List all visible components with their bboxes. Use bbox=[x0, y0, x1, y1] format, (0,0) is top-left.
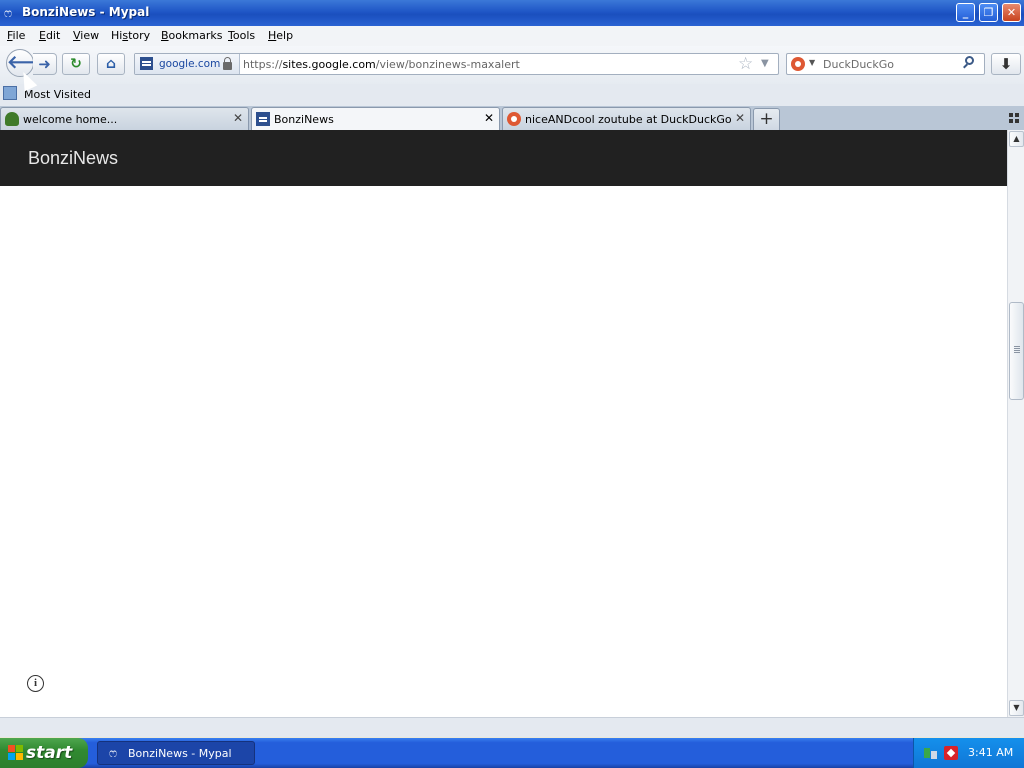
menu-tools[interactable]: Tools bbox=[228, 29, 255, 42]
menu-bar: File Edit View History Bookmarks Tools H… bbox=[0, 26, 1024, 46]
lock-icon bbox=[223, 57, 232, 70]
tab-strip: welcome home... ✕ BonziNews ✕ niceANDcoo… bbox=[0, 106, 1024, 131]
downloads-button[interactable]: ⬇ bbox=[991, 53, 1021, 75]
bookmarks-toolbar: Most Visited bbox=[0, 84, 1024, 106]
site-identity-label: google.com bbox=[159, 58, 221, 70]
menu-history[interactable]: History bbox=[111, 29, 150, 42]
menu-help[interactable]: Help bbox=[268, 29, 293, 42]
menu-file[interactable]: File bbox=[7, 29, 25, 42]
status-bar bbox=[0, 717, 1024, 737]
close-button[interactable]: ✕ bbox=[1002, 3, 1021, 22]
site-header: BonziNews bbox=[0, 130, 1007, 186]
google-sites-icon bbox=[140, 57, 153, 70]
duckduckgo-engine-icon[interactable] bbox=[791, 57, 805, 71]
taskbar: start ෆ BonziNews - Mypal 3:41 AM bbox=[0, 738, 1024, 768]
navigation-toolbar: 🡐 ➜ ↻ ⌂ google.com https://sites.google.… bbox=[0, 46, 1024, 84]
security-alert-icon[interactable] bbox=[944, 746, 958, 760]
site-identity-button[interactable]: google.com bbox=[135, 54, 240, 74]
info-icon[interactable]: i bbox=[27, 675, 44, 692]
maximize-button[interactable]: ❐ bbox=[979, 3, 998, 22]
windows-logo-icon bbox=[8, 745, 24, 761]
search-icon[interactable] bbox=[965, 56, 974, 65]
minimize-button[interactable]: _ bbox=[956, 3, 975, 22]
tab-close-icon[interactable]: ✕ bbox=[735, 111, 745, 125]
clock[interactable]: 3:41 AM bbox=[968, 746, 1013, 759]
bookmark-folder-icon bbox=[3, 86, 17, 100]
system-tray: 3:41 AM bbox=[913, 738, 1024, 768]
site-title[interactable]: BonziNews bbox=[28, 148, 118, 169]
bookmark-star-icon[interactable]: ☆ bbox=[738, 54, 753, 74]
tab-bonzinews[interactable]: BonziNews ✕ bbox=[251, 107, 500, 131]
window-titlebar[interactable]: ෆ BonziNews - Mypal _ ❐ ✕ bbox=[0, 0, 1024, 26]
scroll-thumb[interactable] bbox=[1009, 301, 1024, 400]
url-text[interactable]: https://sites.google.com/view/bonzinews-… bbox=[243, 58, 520, 71]
tab-close-icon[interactable]: ✕ bbox=[233, 111, 243, 125]
google-sites-icon bbox=[256, 112, 270, 126]
duckduckgo-icon bbox=[507, 112, 521, 126]
mypal-app-icon: ෆ bbox=[109, 746, 118, 760]
vertical-scrollbar[interactable]: ▲ ▼ bbox=[1007, 130, 1024, 717]
tab-duckduckgo[interactable]: niceANDcool zoutube at DuckDuckGo ✕ bbox=[502, 107, 751, 130]
search-input[interactable]: DuckDuckGo bbox=[823, 58, 894, 71]
mypal-app-icon: ෆ bbox=[4, 6, 13, 20]
taskbar-item-mypal[interactable]: ෆ BonziNews - Mypal bbox=[97, 741, 255, 765]
tab-welcome-home[interactable]: welcome home... ✕ bbox=[0, 107, 249, 130]
network-icon[interactable] bbox=[924, 746, 938, 760]
tab-title: niceANDcool zoutube at DuckDuckGo bbox=[525, 113, 732, 126]
home-button[interactable]: ⌂ bbox=[97, 53, 125, 75]
grip-icon bbox=[1014, 345, 1020, 347]
start-button[interactable]: start bbox=[0, 738, 88, 768]
tab-title: welcome home... bbox=[23, 113, 118, 126]
reload-button[interactable]: ↻ bbox=[62, 53, 90, 75]
menu-bookmarks[interactable]: Bookmarks bbox=[161, 29, 222, 42]
page-content: BonziNews i bbox=[0, 130, 1007, 717]
engine-dropdown-icon[interactable]: ▼ bbox=[809, 58, 815, 67]
tab-close-icon[interactable]: ✕ bbox=[484, 111, 494, 125]
menu-view[interactable]: View bbox=[73, 29, 99, 42]
new-tab-button[interactable]: + bbox=[753, 108, 780, 130]
url-bar[interactable]: google.com https://sites.google.com/view… bbox=[134, 53, 779, 75]
tab-title: BonziNews bbox=[274, 113, 334, 126]
tree-icon bbox=[5, 112, 19, 126]
start-label: start bbox=[26, 743, 73, 763]
taskbar-item-label: BonziNews - Mypal bbox=[128, 747, 232, 760]
tab-list-icon[interactable] bbox=[1009, 113, 1019, 123]
scroll-up-button[interactable]: ▲ bbox=[1009, 131, 1024, 147]
menu-edit[interactable]: Edit bbox=[39, 29, 60, 42]
scroll-down-button[interactable]: ▼ bbox=[1009, 700, 1024, 716]
most-visited-bookmark[interactable]: Most Visited bbox=[24, 88, 91, 101]
forward-button[interactable]: ➜ bbox=[33, 53, 57, 75]
url-history-dropdown-icon[interactable]: ▼ bbox=[761, 56, 769, 72]
search-bar[interactable]: ▼ DuckDuckGo bbox=[786, 53, 985, 75]
window-title: BonziNews - Mypal bbox=[22, 5, 150, 19]
